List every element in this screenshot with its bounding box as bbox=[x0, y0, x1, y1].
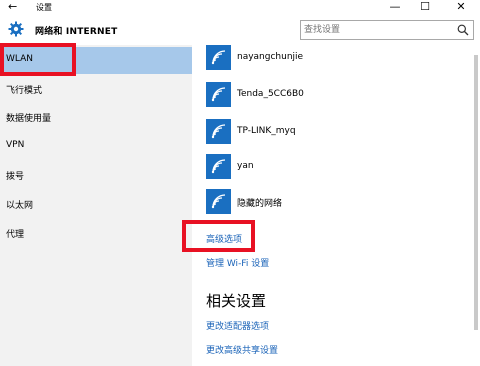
sidebar: WLAN 飞行模式 数据使用量 VPN 拨号 以太网 代理 bbox=[0, 45, 192, 366]
wifi-signal-icon bbox=[211, 159, 226, 174]
sidebar-item-label: 以太网 bbox=[6, 201, 34, 211]
search-box[interactable] bbox=[300, 20, 474, 40]
wifi-network-name: 隐藏的网络 bbox=[237, 199, 283, 209]
maximize-button[interactable]: ☐ bbox=[410, 0, 440, 14]
sidebar-item-dialup[interactable]: 拨号 bbox=[0, 162, 192, 189]
wifi-network-item[interactable]: nayangchunjie bbox=[206, 45, 466, 70]
search-icon[interactable] bbox=[457, 24, 469, 36]
wifi-tile bbox=[206, 82, 231, 107]
main-panel: nayangchunjie Tenda_5CC6B0 TP-LINK_myq y… bbox=[192, 45, 480, 366]
wifi-signal-icon bbox=[211, 50, 226, 65]
gear-icon bbox=[8, 21, 24, 37]
sidebar-item-airplane-mode[interactable]: 飞行模式 bbox=[0, 76, 192, 103]
scrollbar[interactable] bbox=[474, 55, 478, 330]
sidebar-item-label: 拨号 bbox=[6, 172, 25, 182]
minimize-button[interactable]: — bbox=[380, 0, 410, 14]
sidebar-item-label: VPN bbox=[6, 140, 25, 150]
wifi-tile bbox=[206, 45, 231, 70]
highlight-box-wlan bbox=[0, 43, 76, 76]
sidebar-item-label: 代理 bbox=[6, 230, 25, 240]
wifi-tile bbox=[206, 154, 231, 179]
search-input[interactable] bbox=[304, 23, 449, 37]
wifi-network-item[interactable]: TP-LINK_myq bbox=[206, 119, 466, 144]
wifi-network-item[interactable]: yan bbox=[206, 154, 466, 179]
wifi-network-item[interactable]: Tenda_5CC6B0 bbox=[206, 82, 466, 107]
sidebar-item-vpn[interactable]: VPN bbox=[0, 133, 192, 160]
window-title: 设置 bbox=[36, 3, 52, 12]
sidebar-item-label: 飞行模式 bbox=[6, 86, 43, 96]
wifi-network-item[interactable]: 隐藏的网络 bbox=[206, 189, 466, 214]
wifi-network-name: yan bbox=[237, 161, 254, 171]
close-button[interactable]: ✕ bbox=[446, 0, 476, 14]
wifi-signal-icon bbox=[211, 124, 226, 139]
page-header: 网络和 INTERNET bbox=[0, 15, 480, 45]
sidebar-item-data-usage[interactable]: 数据使用量 bbox=[0, 104, 192, 131]
wifi-network-name: nayangchunjie bbox=[237, 52, 304, 62]
back-arrow-icon[interactable]: ← bbox=[8, 0, 17, 14]
change-advanced-sharing-link[interactable]: 更改高级共享设置 bbox=[206, 343, 278, 356]
wifi-network-name: TP-LINK_myq bbox=[237, 126, 296, 136]
wifi-signal-icon bbox=[211, 194, 226, 209]
sidebar-item-label: 数据使用量 bbox=[6, 114, 52, 124]
highlight-box-advanced bbox=[182, 220, 255, 252]
sidebar-item-ethernet[interactable]: 以太网 bbox=[0, 191, 192, 218]
wifi-network-name: Tenda_5CC6B0 bbox=[237, 89, 304, 99]
wifi-signal-icon bbox=[211, 87, 226, 102]
title-bar: ← 设置 — ☐ ✕ bbox=[0, 0, 480, 15]
wifi-tile bbox=[206, 189, 231, 214]
page-title: 网络和 INTERNET bbox=[35, 27, 118, 37]
sidebar-item-proxy[interactable]: 代理 bbox=[0, 220, 192, 247]
wifi-tile bbox=[206, 119, 231, 144]
manage-wifi-settings-link[interactable]: 管理 Wi-Fi 设置 bbox=[206, 256, 269, 269]
change-adapter-options-link[interactable]: 更改适配器选项 bbox=[206, 319, 269, 332]
related-settings-title: 相关设置 bbox=[206, 292, 267, 310]
